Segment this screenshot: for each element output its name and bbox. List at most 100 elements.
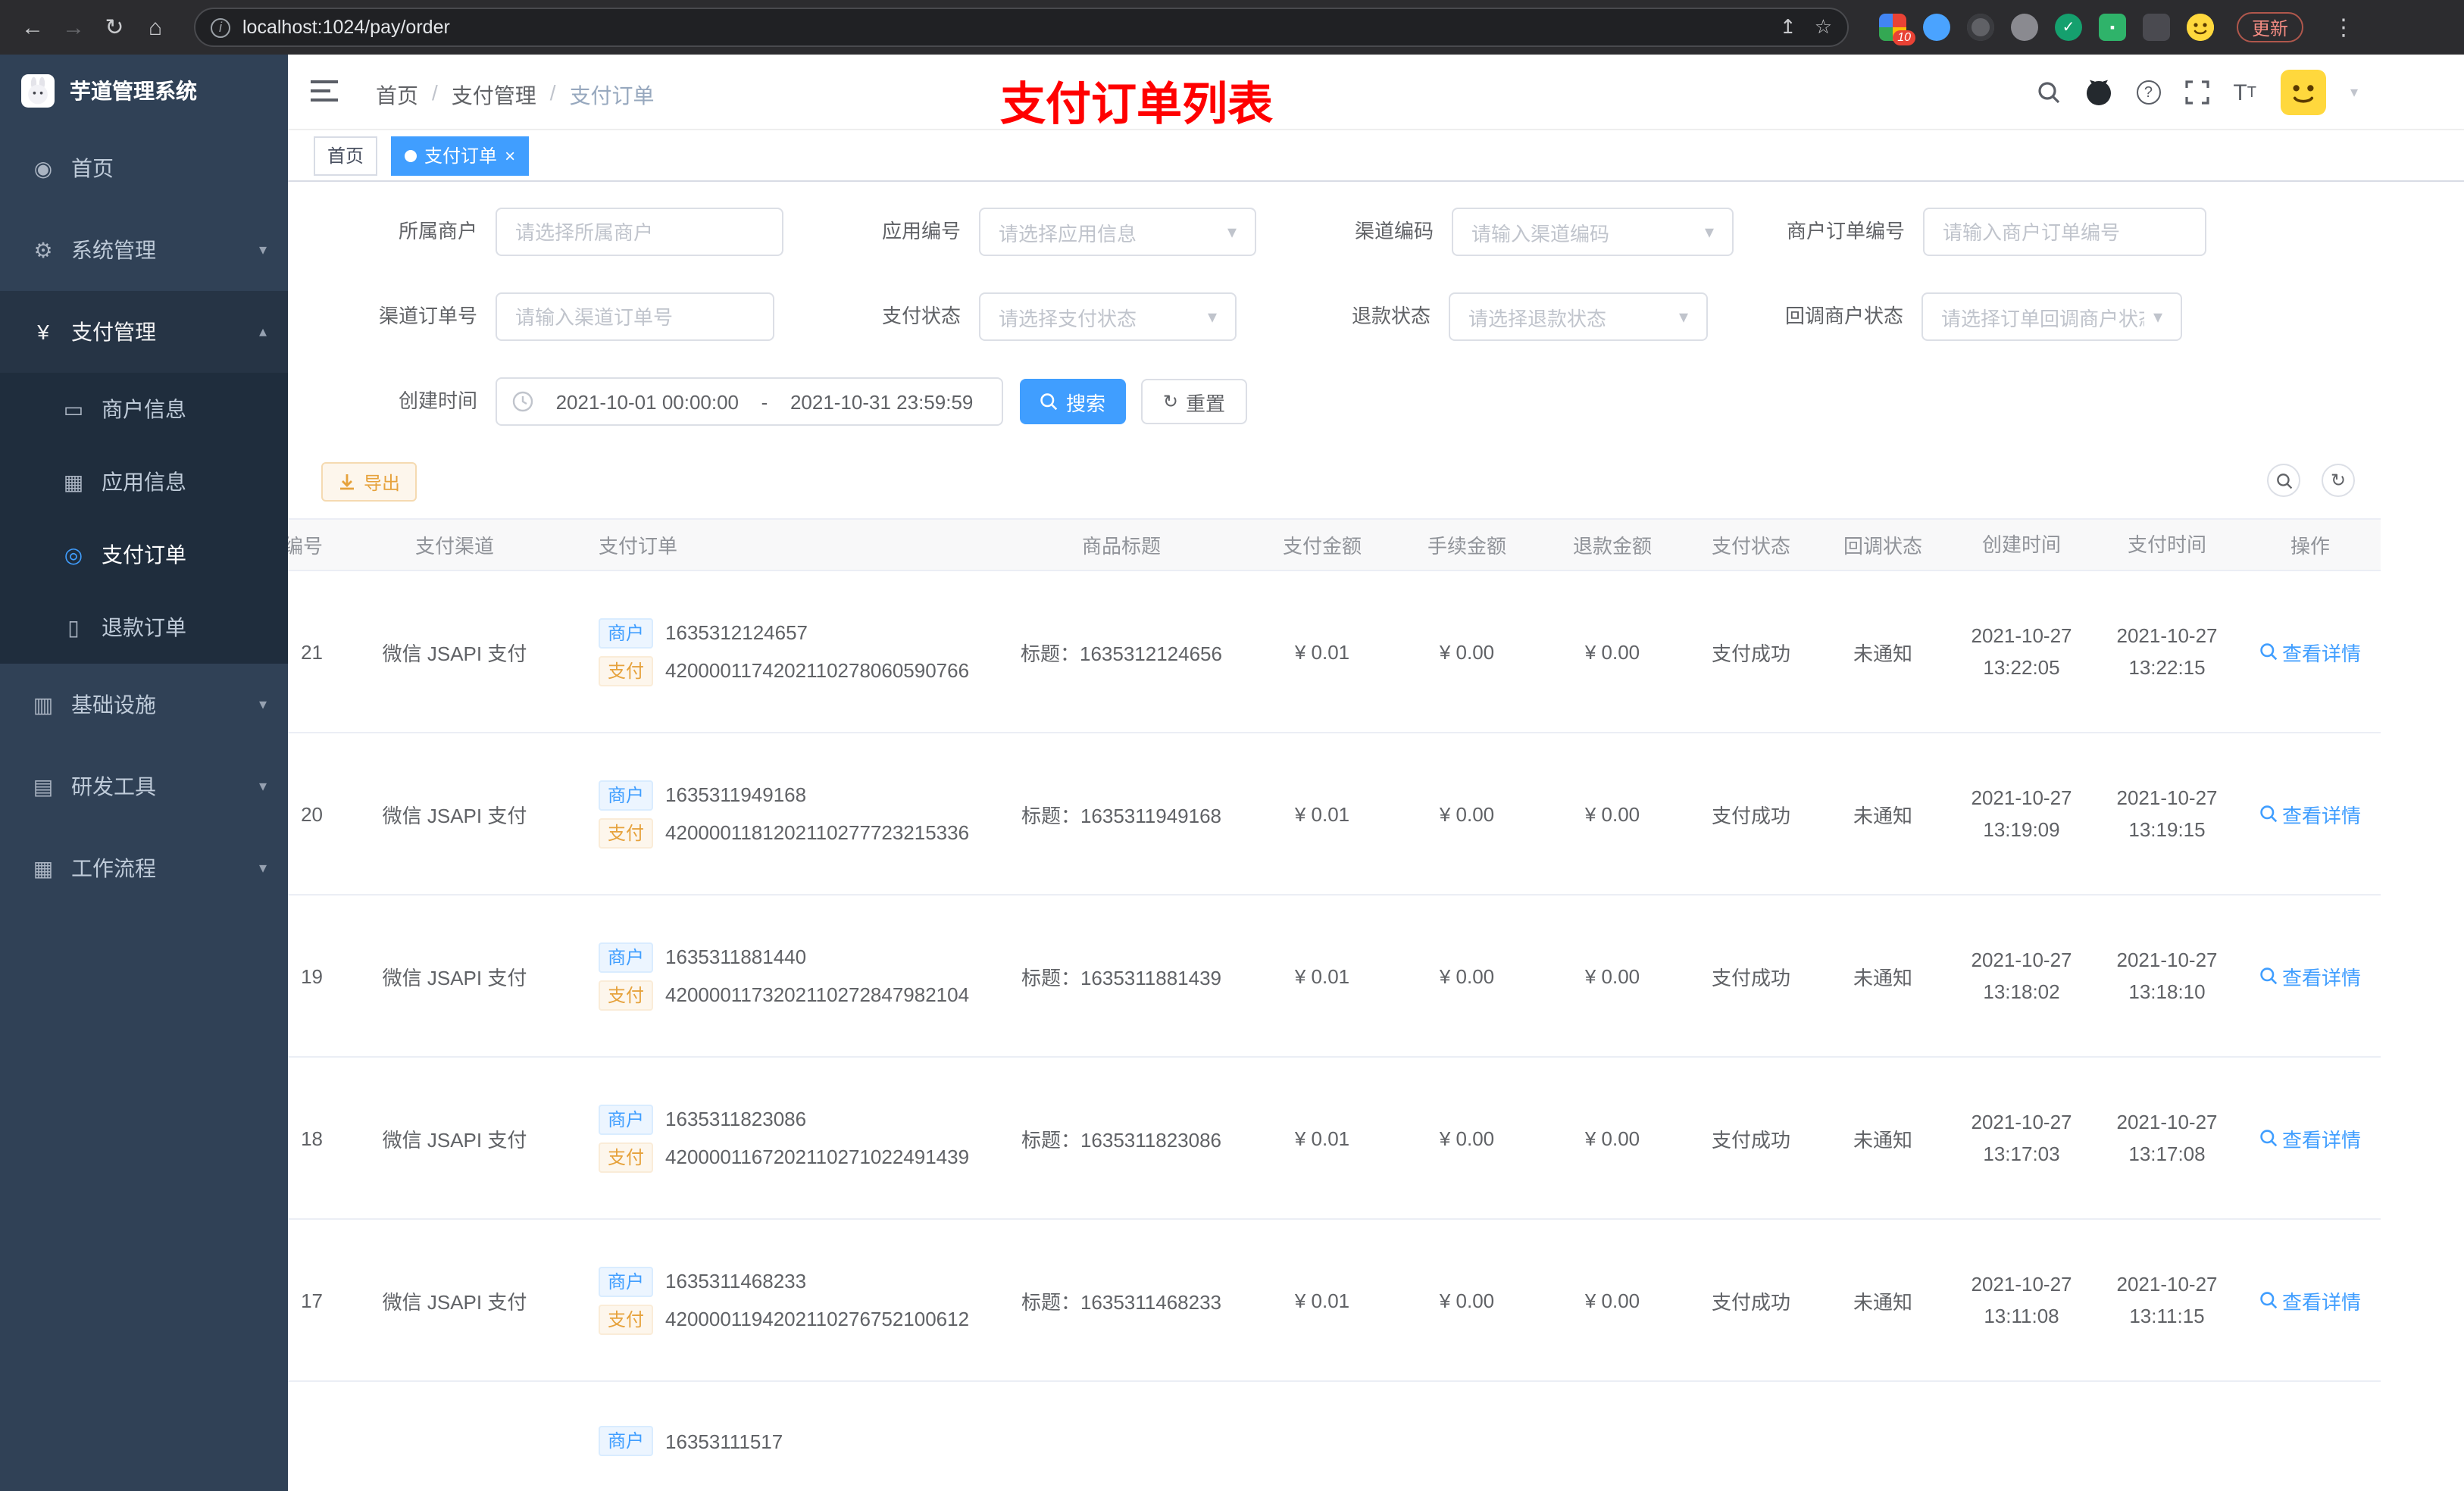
col-title: 商品标题 — [1081, 535, 1161, 558]
pay-status: 支付成功 — [1711, 966, 1790, 989]
filter-app: 应用编号 请选择应用信息 ▾ — [840, 208, 1256, 256]
sidebar-item-label: 商户信息 — [102, 397, 186, 421]
chevron-down-icon[interactable]: ▾ — [2350, 84, 2358, 101]
breadcrumb-pay-mgmt[interactable]: 支付管理 — [452, 80, 536, 111]
hamburger-icon[interactable] — [311, 80, 338, 109]
pay-tag: 支付 — [599, 980, 654, 1010]
chevron-down-icon: ▾ — [1678, 306, 1688, 327]
fee-amount: ¥ 0.00 — [1439, 802, 1495, 825]
tab-pay-order[interactable]: 支付订单 × — [391, 136, 530, 175]
download-icon — [340, 474, 354, 490]
view-detail-link[interactable]: 查看详情 — [2259, 799, 2361, 828]
pay-status-select[interactable]: 请选择支付状态 ▾ — [979, 292, 1237, 341]
view-detail-link[interactable]: 查看详情 — [2259, 637, 2361, 666]
date-start: 2021-10-01 00:00:00 — [555, 390, 740, 413]
chevron-down-icon: ▾ — [258, 778, 267, 795]
sidebar-item-refund-order[interactable]: ▯ 退款订单 — [0, 591, 288, 664]
extension-puzzle-icon[interactable] — [2143, 14, 2170, 41]
extension-chat-icon[interactable]: ▪ — [2099, 14, 2126, 41]
sidebar-item-devtools[interactable]: ▤ 研发工具 ▾ — [0, 746, 288, 827]
refresh-table-button[interactable]: ↻ — [2322, 464, 2355, 497]
reset-button-label: 重置 — [1186, 392, 1226, 414]
reset-button[interactable]: ↻ 重置 — [1141, 379, 1247, 424]
view-detail-link[interactable]: 查看详情 — [2259, 1286, 2361, 1314]
share-icon[interactable]: ↥ — [1780, 15, 1796, 39]
sidebar-item-payment[interactable]: ¥ 支付管理 ▴ — [0, 291, 288, 373]
update-button[interactable]: 更新 — [2237, 12, 2304, 42]
app-grid-icon: ▦ — [63, 469, 84, 493]
fee-amount: ¥ 0.00 — [1439, 640, 1495, 663]
table-row: 21 微信 JSAPI 支付 商户 1635312124657 支付 4200001… — [288, 571, 2381, 733]
sidebar-item-pay-order[interactable]: ◎ 支付订单 — [0, 518, 288, 591]
fullscreen-icon[interactable] — [2184, 80, 2209, 105]
breadcrumb-home[interactable]: 首页 — [376, 80, 418, 111]
tab-home[interactable]: 首页 — [314, 136, 378, 175]
workflow-icon: ▦ — [33, 855, 54, 880]
yen-icon: ¥ — [37, 320, 49, 344]
merchant-tag: 商户 — [599, 1104, 654, 1134]
help-icon[interactable]: ? — [2136, 80, 2161, 105]
gear-icon: ⚙ — [33, 237, 53, 261]
forward-icon[interactable]: → — [53, 7, 94, 48]
merchant-order-no-input[interactable] — [1923, 208, 2206, 256]
app-select[interactable]: 请选择应用信息 ▾ — [979, 208, 1256, 256]
dashboard-icon: ◉ — [33, 155, 53, 180]
site-info-icon[interactable]: i — [211, 17, 230, 37]
bookmark-star-icon[interactable]: ☆ — [1815, 15, 1832, 39]
merchant-input[interactable] — [496, 208, 783, 256]
create-time-range[interactable]: 2021-10-01 00:00:00 - 2021-10-31 23:59:5… — [496, 377, 1003, 426]
browser-menu-icon[interactable]: ⋮ — [2332, 14, 2355, 41]
table-row: 17 微信 JSAPI 支付 商户 1635311468233 支付 4200001… — [288, 1220, 2381, 1382]
export-button-label: 导出 — [364, 472, 401, 493]
merchant-tag: 商户 — [599, 1426, 654, 1456]
avatar[interactable] — [2280, 70, 2326, 115]
refund-status-select[interactable]: 请选择退款状态 ▾ — [1449, 292, 1708, 341]
breadcrumb-separator: / — [549, 80, 556, 105]
extension-gray-icon[interactable] — [2011, 14, 2038, 41]
channel-order-no-input[interactable] — [496, 292, 774, 341]
merchant-no: 1635311823086 — [665, 1108, 807, 1130]
actions-cell: 查看详情 — [2240, 799, 2381, 828]
sidebar-item-home[interactable]: ◉ 首页 — [0, 127, 288, 209]
col-notify: 回调状态 — [1843, 535, 1922, 558]
close-icon[interactable]: × — [505, 145, 515, 166]
sidebar-item-merchant-info[interactable]: ▭ 商户信息 — [0, 373, 288, 445]
filter-label: 商户订单编号 — [1786, 220, 1905, 242]
top-navbar: 首页 / 支付管理 / 支付订单 支付订单列表 ? T T ▾ — [288, 55, 2464, 130]
home-icon[interactable]: ⌂ — [135, 7, 176, 48]
sidebar: 芋道管理系统 ◉ 首页 ⚙ 系统管理 ▾ ¥ 支付管理 ▴ ▭ 商户信息 ▦ 应… — [0, 55, 288, 1491]
search-icon[interactable] — [2036, 80, 2060, 105]
sidebar-item-system[interactable]: ⚙ 系统管理 ▾ — [0, 209, 288, 291]
extension-blue-icon[interactable] — [1923, 14, 1950, 41]
font-size-icon[interactable]: TT — [2233, 80, 2256, 105]
notify-status: 未通知 — [1853, 966, 1912, 989]
search-button-label: 搜索 — [1065, 392, 1105, 414]
view-detail-link[interactable]: 查看详情 — [2259, 1124, 2361, 1152]
pay-time: 2021-10-27 13:19:15 — [2116, 786, 2218, 841]
back-icon[interactable]: ← — [12, 7, 53, 48]
extension-check-icon[interactable]: ✓ — [2055, 14, 2082, 41]
url-bar[interactable]: i localhost:1024/pay/order ↥ ☆ — [194, 8, 1849, 47]
github-icon[interactable] — [2084, 79, 2112, 106]
extension-colorful-icon[interactable]: 10 — [1879, 14, 1915, 45]
sidebar-item-infra[interactable]: ▥ 基础设施 ▾ — [0, 664, 288, 746]
fee-amount: ¥ 0.00 — [1439, 964, 1495, 987]
reload-icon[interactable]: ↻ — [94, 7, 135, 48]
app-logo[interactable]: 芋道管理系统 — [0, 55, 288, 127]
channel-code-select[interactable]: 请输入渠道编码 ▾ — [1452, 208, 1734, 256]
create-time: 2021-10-27 13:18:02 — [1971, 948, 2072, 1003]
page-content: 所属商户 应用编号 请选择应用信息 ▾ 渠道编码 请输入渠道编码 ▾ — [288, 182, 2464, 1491]
search-button[interactable]: 搜索 — [1020, 379, 1126, 424]
notify-status-select[interactable]: 请选择订单回调商户状态 ▾ — [1921, 292, 2182, 341]
view-detail-link[interactable]: 查看详情 — [2259, 961, 2361, 990]
extension-emoji-icon[interactable] — [2187, 14, 2214, 41]
sidebar-item-app-info[interactable]: ▦ 应用信息 — [0, 445, 288, 518]
export-button[interactable]: 导出 — [321, 462, 417, 502]
sidebar-item-workflow[interactable]: ▦ 工作流程 ▾ — [0, 827, 288, 909]
create-time: 2021-10-27 13:11:08 — [1971, 1272, 2072, 1327]
pay-order-cell: 商户 1635312124657 支付 4200001174202110278060… — [583, 610, 993, 693]
pay-time: 2021-10-27 13:18:10 — [2116, 948, 2218, 1003]
extension-ring-icon[interactable] — [1967, 14, 1994, 41]
toggle-search-button[interactable] — [2267, 464, 2300, 497]
orders-table: 编号 支付渠道 支付订单 商品标题 支付金额 手续金额 退款金额 支付状态 回调… — [288, 518, 2381, 1491]
